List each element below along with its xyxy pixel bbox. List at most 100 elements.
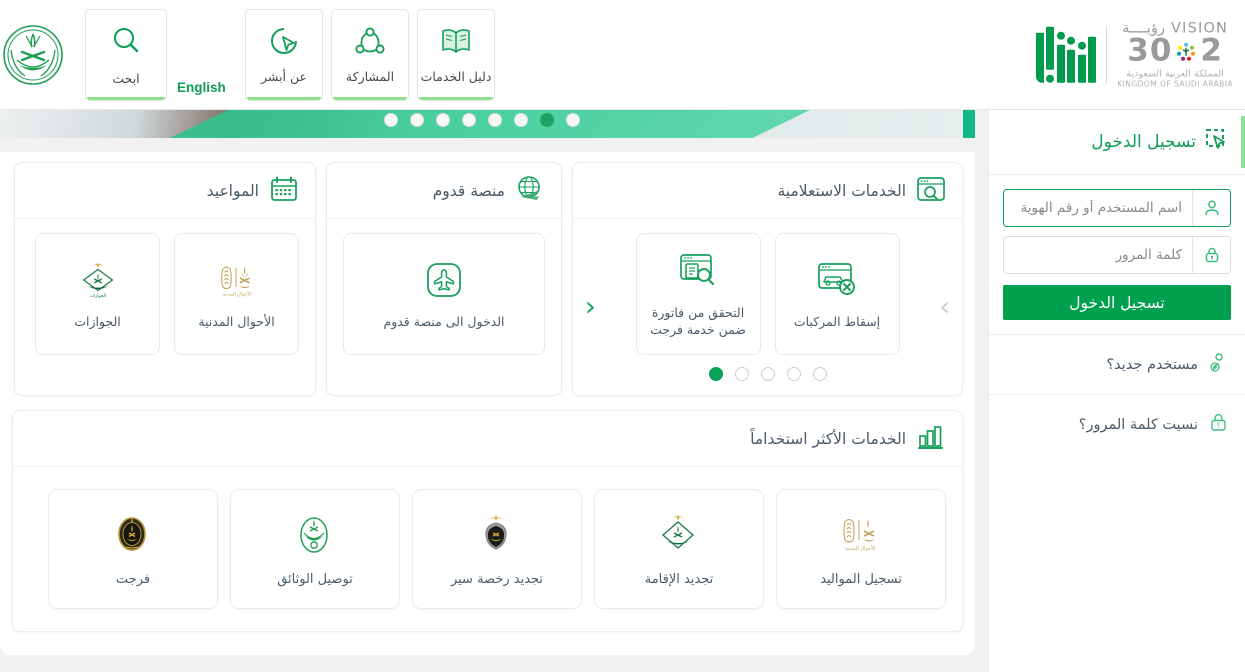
most-used-card-birth-registration[interactable]: الأحوال المدنية تسجيل المواليد <box>776 489 946 609</box>
service-card-qudum-entry[interactable]: الدخول الى منصة قدوم <box>343 233 545 355</box>
globe-plane-icon <box>515 175 545 207</box>
most-used-card-vehicle-license-renewal-label: تجديد رخصة سير <box>450 571 544 587</box>
hero-dot-1[interactable] <box>566 113 580 127</box>
service-card-qudum-entry-label: الدخول الى منصة قدوم <box>383 313 505 329</box>
language-toggle-english[interactable]: English <box>177 80 226 95</box>
hero-banner-dots[interactable] <box>384 113 580 127</box>
login-links: مستخدم جديد؟ ؟ نسيت كلمة المرور؟ <box>989 334 1245 454</box>
svg-text:الأحوال المدنية: الأحوال المدنية <box>845 545 876 552</box>
login-panel: تسجيل الدخول اسم المستخدم أو رقم الهوية … <box>988 110 1245 672</box>
panel-inquiry-services: الخدمات الاستعلامية › ‹ إسقاط المركبات ا… <box>572 162 963 396</box>
password-field-wrapper[interactable] <box>1003 236 1231 274</box>
absher-logo[interactable] <box>1030 26 1097 83</box>
nav-item-participation-label: المشاركة <box>345 69 395 84</box>
new-user-link-label: مستخدم جديد؟ <box>1106 356 1198 373</box>
saudi-emblem-icon <box>2 20 64 90</box>
absher-portal-page: ابحث English دليل الخدمات المشاركة عن أب… <box>0 0 1245 672</box>
header-nav: دليل الخدمات المشاركة عن أبشر <box>245 9 495 101</box>
panel-appointments: المواعيد الأحوال المدنية الأحوال المدنية… <box>14 162 316 396</box>
cursor-select-icon <box>1205 128 1229 156</box>
most-used-card-iqama-renewal-label: تجديد الإقامة <box>644 571 714 587</box>
panel-most-used-header: الخدمات الأكثر استخداماً <box>13 411 962 467</box>
hero-banner-edge <box>963 110 975 138</box>
panel-qudum-header: منصة قدوم <box>327 163 561 219</box>
inquiry-carousel-dots[interactable] <box>615 367 920 381</box>
hero-dot-2[interactable] <box>540 113 554 127</box>
traffic-emblem <box>474 512 520 558</box>
panel-most-used-title: الخدمات الأكثر استخداماً <box>750 429 906 448</box>
service-card-invoice-verify[interactable]: التحقق من فاتورة ضمن خدمة فرجت <box>635 233 761 355</box>
site-header: ابحث English دليل الخدمات المشاركة عن أب… <box>0 0 1245 110</box>
most-used-card-birth-registration-label: تسجيل المواليد <box>820 571 902 587</box>
hero-dot-6[interactable] <box>436 113 450 127</box>
vision-year-right: 30 <box>1127 32 1173 69</box>
hero-dot-3[interactable] <box>514 113 528 127</box>
vision-2030-logo: VISION رؤيــــة 2 30 المملكة العربية الس… <box>1117 21 1237 88</box>
browser-search-icon <box>916 175 946 207</box>
nav-item-about-absher-label: عن أبشر <box>261 69 307 84</box>
svg-text:الأحوال المدنية: الأحوال المدنية <box>222 290 251 297</box>
inquiry-dot-2[interactable] <box>786 367 801 381</box>
inquiry-dot-1[interactable] <box>812 367 827 381</box>
login-submit-button[interactable]: تسجيل الدخول <box>1003 285 1231 320</box>
inquiry-carousel-next[interactable]: › <box>939 294 950 321</box>
nav-item-services-guide[interactable]: دليل الخدمات <box>417 9 495 101</box>
password-input[interactable] <box>1004 237 1192 273</box>
hero-dot-5[interactable] <box>462 113 476 127</box>
nav-item-services-guide-label: دليل الخدمات <box>420 69 492 84</box>
search-button[interactable]: ابحث <box>85 9 167 101</box>
inquiry-dot-4[interactable] <box>734 367 749 381</box>
service-card-vehicle-removal[interactable]: إسقاط المركبات <box>774 233 900 355</box>
hero-dot-4[interactable] <box>488 113 502 127</box>
panel-appointments-title: المواعيد <box>206 181 259 200</box>
invoice-search-icon <box>676 249 720 293</box>
lock-question-icon: ؟ <box>1208 412 1229 437</box>
service-card-invoice-verify-label: التحقق من فاتورة ضمن خدمة فرجت <box>650 305 746 337</box>
hero-dot-7[interactable] <box>410 113 424 127</box>
main-content: الخدمات الاستعلامية › ‹ إسقاط المركبات ا… <box>0 152 975 655</box>
lock-icon <box>1192 237 1230 273</box>
service-card-civil-affairs[interactable]: الأحوال المدنية الأحوال المدنية <box>174 233 299 355</box>
panel-appointments-header: المواعيد <box>15 163 315 219</box>
passports-emblem: الجوازات <box>76 258 120 302</box>
nav-item-about-absher[interactable]: عن أبشر <box>245 9 323 101</box>
most-used-card-vehicle-license-renewal[interactable]: تجديد رخصة سير <box>412 489 582 609</box>
share-icon <box>353 26 387 60</box>
vehicle-remove-icon <box>815 258 859 302</box>
service-card-vehicle-removal-label: إسقاط المركبات <box>793 313 881 329</box>
panel-inquiry-title: الخدمات الاستعلامية <box>777 181 906 200</box>
most-used-card-iqama-renewal[interactable]: تجديد الإقامة <box>594 489 764 609</box>
civil-affairs-emblem: الأحوال المدنية <box>215 258 259 302</box>
vision-subtitle-ar: المملكة العربية السعودية <box>1126 68 1224 80</box>
svg-text:الجوازات: الجوازات <box>89 294 105 299</box>
search-icon <box>110 25 142 61</box>
most-used-card-furijat[interactable]: فرجت <box>48 489 218 609</box>
inquiry-dot-5[interactable] <box>708 367 723 381</box>
username-field-wrapper[interactable] <box>1003 189 1231 227</box>
service-card-passports-label: الجوازات <box>74 313 121 329</box>
username-input[interactable] <box>1004 190 1192 226</box>
service-card-passports[interactable]: الجوازات الجوازات <box>35 233 160 355</box>
most-used-card-document-delivery[interactable]: توصيل الوثائق <box>230 489 400 609</box>
vision-year-left: 2 <box>1200 32 1223 69</box>
forgot-password-link[interactable]: ؟ نسيت كلمة المرور؟ <box>989 394 1245 454</box>
bar-chart-icon <box>916 423 946 455</box>
inquiry-carousel-prev[interactable]: ‹ <box>585 294 596 321</box>
user-icon <box>1192 190 1230 226</box>
logo-divider <box>1106 25 1108 84</box>
airplane-icon <box>422 258 466 302</box>
svg-text:؟: ؟ <box>1217 422 1221 430</box>
civil-affairs-emblem: الأحوال المدنية <box>838 512 884 558</box>
book-icon <box>439 26 473 60</box>
panel-qudum-title: منصة قدوم <box>432 181 505 200</box>
panel-inquiry-body: › ‹ إسقاط المركبات التحقق من فاتورة ضمن … <box>573 219 962 395</box>
panel-inquiry-header: الخدمات الاستعلامية <box>573 163 962 219</box>
brand-logos: VISION رؤيــــة 2 30 المملكة العربية الس… <box>1030 21 1237 88</box>
hero-dot-8[interactable] <box>384 113 398 127</box>
nav-item-participation[interactable]: المشاركة <box>331 9 409 101</box>
vision-subtitle-en: KINGDOM OF SAUDI ARABIA <box>1117 79 1233 89</box>
login-form: تسجيل الدخول <box>989 175 1245 320</box>
new-user-link[interactable]: مستخدم جديد؟ <box>989 334 1245 394</box>
login-panel-header: تسجيل الدخول <box>989 110 1245 175</box>
inquiry-dot-3[interactable] <box>760 367 775 381</box>
